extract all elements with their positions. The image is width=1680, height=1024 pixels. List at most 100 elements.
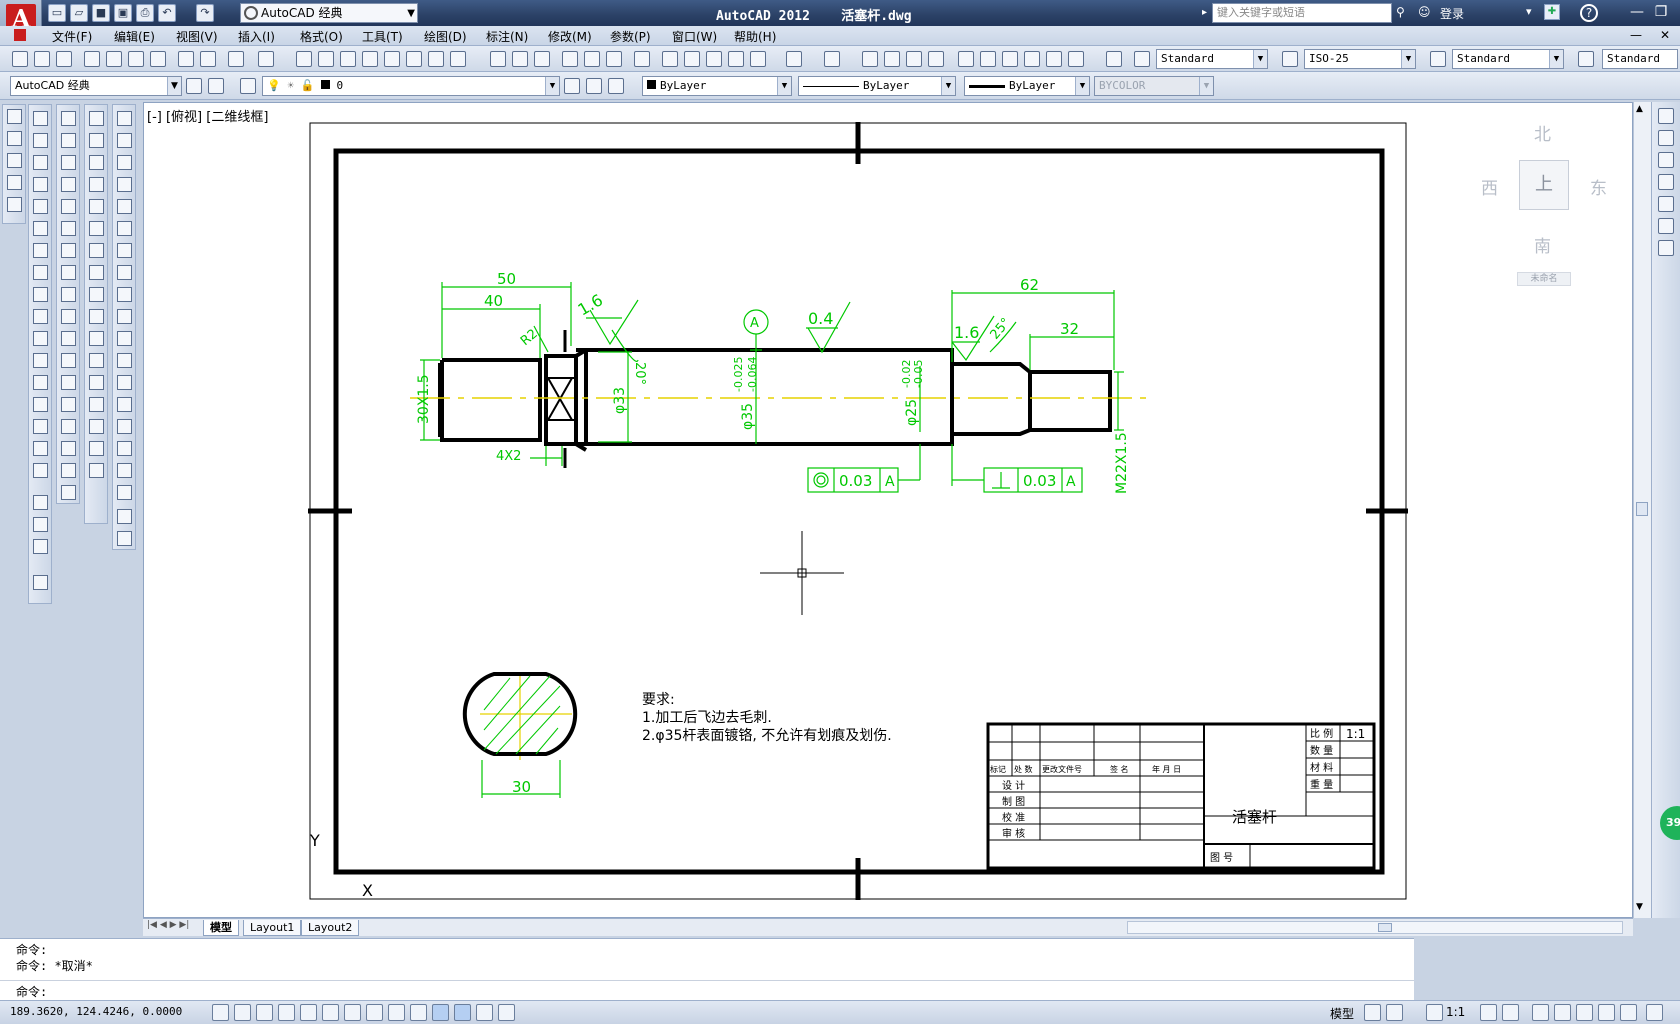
command-history-1: 命令: bbox=[16, 943, 48, 957]
view-icon[interactable] bbox=[1658, 218, 1674, 234]
dim-dia25: φ25 bbox=[904, 399, 920, 426]
transparency-icon[interactable] bbox=[454, 1004, 471, 1021]
view-icon[interactable] bbox=[1658, 196, 1674, 212]
tb-sign-label: 签 名 bbox=[1110, 764, 1129, 774]
tab-layout1[interactable]: Layout1 bbox=[243, 920, 302, 936]
dim-30: 30 bbox=[512, 778, 531, 796]
otrack-icon[interactable] bbox=[366, 1004, 383, 1021]
annotation-visibility-icon[interactable] bbox=[1480, 1004, 1497, 1021]
tb-date-label: 年 月 日 bbox=[1152, 764, 1181, 774]
tb-doc-label: 更改文件号 bbox=[1042, 764, 1082, 774]
dim-tol35-lo: -0.064 bbox=[746, 357, 759, 392]
ucs-y-label: Y bbox=[309, 831, 320, 850]
view-icon[interactable] bbox=[1658, 152, 1674, 168]
ucs-icon: Y X bbox=[309, 831, 373, 900]
view-icon[interactable] bbox=[1658, 240, 1674, 256]
ortho-icon[interactable] bbox=[278, 1004, 295, 1021]
datum-a: A bbox=[750, 316, 759, 331]
command-prompt: 命令: bbox=[16, 985, 48, 999]
lock-icon[interactable] bbox=[1554, 1004, 1571, 1021]
gear-icon[interactable] bbox=[1532, 1004, 1549, 1021]
notes-line1: 1.加工后飞边去毛刺. bbox=[642, 710, 772, 726]
roughness-1: 1.6 bbox=[575, 290, 607, 319]
tab-scroll-icons[interactable]: |◀ ◀ ▶ ▶| bbox=[147, 920, 189, 930]
fcf1-value: 0.03 bbox=[839, 472, 872, 490]
keyway-cross bbox=[546, 377, 576, 421]
viewcube-north[interactable]: 北 bbox=[1534, 120, 1551, 145]
tb-draw-label: 制 图 bbox=[1002, 795, 1025, 808]
tb-place-label: 处 数 bbox=[1014, 764, 1033, 774]
dim-62: 62 bbox=[1020, 276, 1039, 294]
viewcube-east[interactable]: 东 bbox=[1590, 174, 1607, 199]
scroll-down-icon[interactable]: ▼ bbox=[1636, 902, 1643, 912]
horizontal-scrollbar[interactable] bbox=[1127, 921, 1623, 934]
command-input[interactable]: 命令: bbox=[0, 980, 1414, 1000]
annotation-scale-icon[interactable] bbox=[1426, 1004, 1443, 1021]
paper-border bbox=[309, 122, 1407, 900]
tb-mark-label: 标记 bbox=[990, 764, 1006, 774]
model-space-label[interactable]: 模型 bbox=[1330, 1005, 1354, 1022]
scroll-thumb[interactable] bbox=[1636, 502, 1648, 516]
dim-thread-left: 30X1.5 bbox=[416, 374, 432, 424]
drawing-frame bbox=[333, 148, 1385, 875]
fcf2-ref: A bbox=[1066, 474, 1076, 490]
tb-design-label: 设 计 bbox=[1002, 779, 1025, 792]
coordinates-readout[interactable]: 189.3620, 124.4246, 0.0000 bbox=[10, 1005, 182, 1018]
tb-review-label: 审 核 bbox=[1002, 827, 1025, 840]
layout-tabs: |◀ ◀ ▶ ▶| 模型 Layout1 Layout2 bbox=[143, 918, 1633, 936]
vertical-scrollbar[interactable]: ▲ ▼ bbox=[1633, 102, 1651, 918]
hardware-acceleration-icon[interactable] bbox=[1576, 1004, 1593, 1021]
notes: 要求: 1.加工后飞边去毛刺. 2.φ35杆表面镀铬, 不允许有划痕及划伤. bbox=[642, 692, 892, 744]
dimension-lines bbox=[420, 282, 1124, 493]
tb-part-name: 活塞杆 bbox=[1232, 808, 1277, 826]
tb-weight-label: 重 量 bbox=[1310, 778, 1333, 791]
clean-screen-icon[interactable] bbox=[1646, 1004, 1663, 1021]
ducs-icon[interactable] bbox=[388, 1004, 405, 1021]
snap-mode-icon[interactable] bbox=[234, 1004, 251, 1021]
view-icon[interactable] bbox=[1658, 108, 1674, 124]
lineweight-icon[interactable] bbox=[432, 1004, 449, 1021]
dim-r2: R2 bbox=[518, 326, 541, 349]
fcf1-ref: A bbox=[885, 474, 895, 490]
viewcube-top-face[interactable]: 上 bbox=[1519, 160, 1569, 210]
infer-constraints-icon[interactable] bbox=[212, 1004, 229, 1021]
dim-50: 50 bbox=[497, 270, 516, 288]
3d-osnap-icon[interactable] bbox=[344, 1004, 361, 1021]
selection-cycling-icon[interactable] bbox=[498, 1004, 515, 1021]
tab-layout2[interactable]: Layout2 bbox=[301, 920, 360, 936]
fcf2-value: 0.03 bbox=[1023, 472, 1056, 490]
scroll-up-icon[interactable]: ▲ bbox=[1636, 104, 1643, 114]
tb-material-label: 材 料 bbox=[1310, 761, 1333, 774]
polar-icon[interactable] bbox=[300, 1004, 317, 1021]
view-icon[interactable] bbox=[1658, 174, 1674, 190]
notes-line2: 2.φ35杆表面镀铬, 不允许有划痕及划伤. bbox=[642, 727, 892, 744]
wcs-menu[interactable]: 未命名 bbox=[1517, 272, 1571, 286]
dim-tol25-lo: -0.05 bbox=[912, 360, 925, 388]
lightbulb-icon[interactable] bbox=[1620, 1004, 1637, 1021]
dyn-icon[interactable] bbox=[410, 1004, 427, 1021]
view-icon[interactable] bbox=[1658, 130, 1674, 146]
grid-icon[interactable] bbox=[256, 1004, 273, 1021]
osnap-icon[interactable] bbox=[322, 1004, 339, 1021]
roughness-2: 0.4 bbox=[808, 309, 833, 328]
tab-model[interactable]: 模型 bbox=[203, 920, 239, 936]
quick-view-icon[interactable] bbox=[1386, 1004, 1403, 1021]
crosshair-cursor bbox=[760, 531, 844, 615]
quick-properties-icon[interactable] bbox=[476, 1004, 493, 1021]
layout-view-icon[interactable] bbox=[1364, 1004, 1381, 1021]
shaft-outline bbox=[440, 348, 1112, 452]
notes-heading: 要求: bbox=[642, 692, 675, 708]
isolate-objects-icon[interactable] bbox=[1598, 1004, 1615, 1021]
viewcube-west[interactable]: 西 bbox=[1481, 174, 1498, 199]
annotation-scale[interactable]: 1:1 bbox=[1446, 1005, 1465, 1019]
tb-check-label: 校 准 bbox=[1002, 811, 1025, 824]
dim-tol35-up: -0.025 bbox=[732, 357, 745, 392]
hscroll-thumb[interactable] bbox=[1378, 923, 1392, 932]
dim-40: 40 bbox=[484, 292, 503, 310]
status-bar: 189.3620, 124.4246, 0.0000 模型 1:1 bbox=[0, 1000, 1680, 1024]
tb-scale-label: 比 例 bbox=[1310, 727, 1333, 740]
auto-scale-icon[interactable] bbox=[1502, 1004, 1519, 1021]
dim-32: 32 bbox=[1060, 320, 1079, 338]
command-history-2: 命令: *取消* bbox=[16, 959, 93, 973]
viewcube-south[interactable]: 南 bbox=[1534, 232, 1551, 257]
